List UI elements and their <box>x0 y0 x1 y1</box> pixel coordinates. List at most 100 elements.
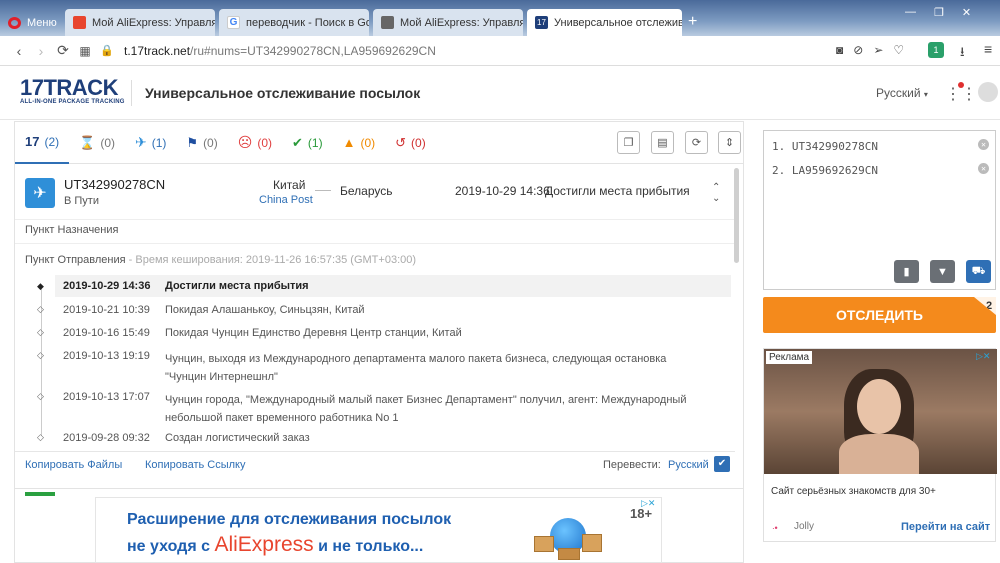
copy-link-link[interactable]: Копировать Ссылку <box>145 459 246 471</box>
scrollbar-thumb[interactable] <box>734 168 739 263</box>
copy-all-button[interactable]: ❐ <box>617 131 640 154</box>
status-filter-bar: 17 (2) ⌛ (0) ✈ (1) ⚑ (0) ☹ (0) ✔ (1) ▲ (… <box>15 122 743 164</box>
speed-dial-icon[interactable]: ▦ <box>74 44 96 58</box>
google-favicon-icon: G <box>227 16 240 29</box>
route-line <box>315 190 331 191</box>
translate-language-select[interactable]: Русский <box>668 459 709 471</box>
hourglass-icon: ⌛ <box>79 134 96 150</box>
timeline-dot-filled-icon: ◆ <box>37 281 44 291</box>
heart-icon[interactable]: ♡ <box>893 43 904 57</box>
back-icon[interactable]: ‹ <box>8 43 30 59</box>
filter-count: (0) <box>203 135 218 150</box>
address-bar-row: ‹ › ⟳ ▦ 🔒 t.17track.net/ru#nums=UT342990… <box>0 36 1000 66</box>
adchoices-icon[interactable]: ▷✕ <box>641 498 655 509</box>
filter-not-found[interactable]: ⌛ (0) <box>69 122 125 164</box>
remove-number-icon[interactable]: ✕ <box>978 163 989 174</box>
box-shape <box>534 536 554 552</box>
close-window-icon[interactable]: ✕ <box>962 6 971 19</box>
refresh-icon: ⟳ <box>691 137 702 149</box>
timeline-dot-icon: ◇ <box>37 327 44 337</box>
event-time: 2019-10-13 19:19 <box>63 350 150 362</box>
extension-icon[interactable]: 1 <box>928 42 944 58</box>
warning-icon: ▲ <box>342 135 356 150</box>
flag-icon: ⚑ <box>186 134 199 150</box>
copy-files-link[interactable]: Копировать Файлы <box>25 459 122 471</box>
download-icon[interactable]: ⭳ <box>960 43 965 65</box>
adblock-icon[interactable]: ⊘ <box>853 43 863 57</box>
airplane-icon: ✈ <box>135 134 147 150</box>
ad-link[interactable]: Перейти на сайт <box>901 521 990 533</box>
filter-alert[interactable]: ▲ (0) <box>333 122 386 164</box>
filter-expired[interactable]: ↺ (0) <box>385 122 436 164</box>
event-text: Покидая Чунцин Единство Деревня Центр ст… <box>165 327 462 339</box>
filter-count: (0) <box>411 135 426 150</box>
browser-tab[interactable]: G переводчик - Поиск в Goo ✕ <box>219 9 369 36</box>
language-selector[interactable]: Русский ▾ <box>876 86 928 100</box>
language-label: Русский <box>876 86 921 100</box>
filter-pickup[interactable]: ⚑ (0) <box>176 122 227 164</box>
tracking-number[interactable]: UT342990278CN <box>64 177 165 192</box>
box-shape <box>558 548 580 560</box>
browser-tab-bar: Меню Мой AliExpress: Управлять ✕ G перев… <box>0 0 1000 36</box>
filter-count: (0) <box>360 135 376 150</box>
clear-button[interactable]: ▮ <box>894 260 919 283</box>
check-icon: ✔ <box>717 458 727 469</box>
browser-tab[interactable]: Мой AliExpress: Управлять ✕ <box>373 9 523 36</box>
filter-all[interactable]: 17 (2) <box>15 122 70 164</box>
camera-icon[interactable]: ◙ <box>836 43 843 57</box>
cache-time-note: - Время кеширования: 2019-11-26 16:57:35… <box>128 254 417 266</box>
address-bar-actions: ◙ ⊘ ➢ ♡ <box>836 43 904 57</box>
translate-checkbox[interactable]: ✔ <box>714 456 730 472</box>
refresh-button[interactable]: ⟳ <box>685 131 708 154</box>
remove-number-icon[interactable]: ✕ <box>978 139 989 150</box>
filter-button[interactable]: ▼ <box>930 260 955 283</box>
ad-label: Реклама <box>766 351 813 364</box>
header-divider <box>131 80 132 106</box>
extension-badge: 1 <box>933 45 939 55</box>
carrier-button[interactable]: ⛟ <box>966 260 991 283</box>
carrier-link[interactable]: China Post <box>259 194 313 206</box>
url-field[interactable]: t.17track.net/ru#nums=UT342990278CN,LA95… <box>124 44 436 58</box>
filter-count: (1) <box>151 135 167 150</box>
filter-undelivered[interactable]: ☹ (0) <box>228 122 282 164</box>
ad-image <box>764 349 997 474</box>
parcel-card: ✈ UT342990278CN В Пути Китай China Post … <box>15 165 743 487</box>
delivered-status-bar <box>25 492 55 496</box>
sidebar-ad[interactable]: Реклама ▷✕ Сайт серьёзных знакомств для … <box>763 348 997 542</box>
opera-menu-button[interactable]: Меню <box>0 9 62 36</box>
banner-line-1: Расширение для отслеживания посылок <box>127 511 452 528</box>
logo-text: 17TRACK <box>20 75 118 100</box>
new-tab-button[interactable]: + <box>688 13 697 31</box>
track-button[interactable]: ОТСЛЕДИТЬ 2 <box>763 297 996 333</box>
browser-menu-icon[interactable]: ≡ <box>984 41 992 57</box>
truck-icon: ⛟ <box>971 264 986 277</box>
adchoices-icon[interactable]: ▷✕ <box>976 351 990 362</box>
banner-line-2: не уходя с AliExpress и не только... <box>127 533 423 557</box>
maximize-icon[interactable]: ❐ <box>934 6 944 19</box>
send-icon[interactable]: ➢ <box>873 43 883 57</box>
opera-logo-icon <box>8 16 21 29</box>
tab-title: Универсальное отслеживание <box>554 16 682 29</box>
browser-tab[interactable]: Мой AliExpress: Управлять ✕ <box>65 9 215 36</box>
extension-banner[interactable]: Расширение для отслеживания посылок не у… <box>95 497 662 563</box>
tracking-numbers-input[interactable]: 1. UT342990278CN ✕ 2. LA959692629CN ✕ ▮ … <box>763 130 996 290</box>
avatar[interactable] <box>978 82 998 102</box>
minimize-icon[interactable]: — <box>905 6 916 19</box>
site-logo[interactable]: 17TRACK ALL-IN-ONE PACKAGE TRACKING <box>20 75 125 106</box>
tab-title: Мой AliExpress: Управлять <box>400 16 523 29</box>
paste-button[interactable]: ▤ <box>651 131 674 154</box>
expand-collapse-button[interactable]: ⇕ <box>718 131 741 154</box>
timeline-highlight <box>55 275 731 297</box>
browser-tab-active[interactable]: 17 Универсальное отслеживание ✕ <box>527 9 682 36</box>
forward-icon[interactable]: › <box>30 43 52 59</box>
event-text: Создан логистический заказ <box>165 432 310 444</box>
collapse-chevron-icon[interactable]: ⌃ ⌄ <box>712 182 720 204</box>
filter-delivered[interactable]: ✔ (1) <box>282 122 333 164</box>
banner-text: и не только... <box>318 538 424 555</box>
ad-figure-face <box>857 379 901 434</box>
track-count-badge: 2 <box>974 297 996 315</box>
event-time: 2019-10-16 15:49 <box>63 327 150 339</box>
reload-icon[interactable]: ⟳ <box>52 42 74 59</box>
aliexpress-brand: AliExpress <box>214 533 314 556</box>
filter-in-transit[interactable]: ✈ (1) <box>125 122 176 164</box>
